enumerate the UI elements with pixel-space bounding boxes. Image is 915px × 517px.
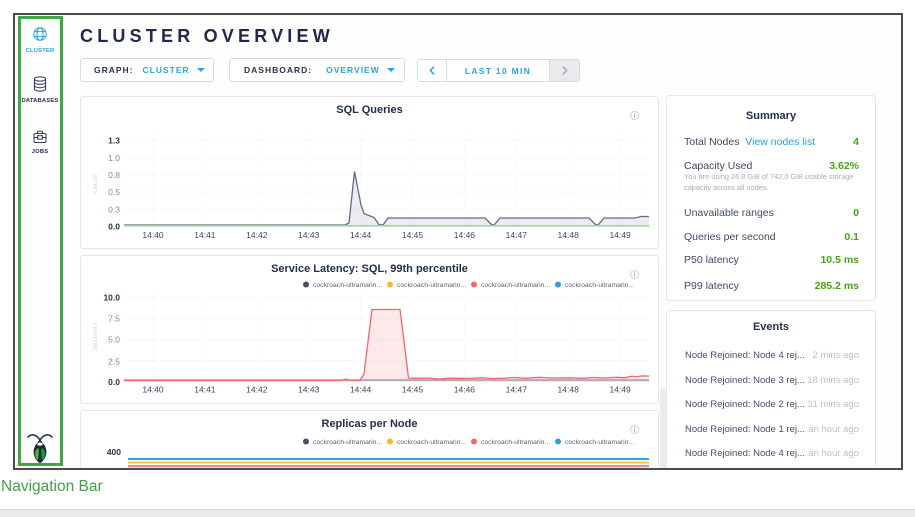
svg-text:cockroach-ultramarin...: cockroach-ultramarin... [565, 282, 634, 289]
svg-text:14:48: 14:48 [558, 385, 580, 395]
svg-text:14:47: 14:47 [506, 385, 528, 395]
svg-text:0.0: 0.0 [108, 221, 120, 231]
svg-text:cockroach-ultramarin...: cockroach-ultramarin... [397, 439, 466, 446]
svg-text:14:45: 14:45 [402, 385, 424, 395]
svg-text:14:48: 14:48 [558, 230, 580, 240]
svg-text:cockroach-ultramarin...: cockroach-ultramarin... [397, 282, 466, 289]
svg-text:cockroach-ultramarin...: cockroach-ultramarin... [481, 439, 550, 446]
svg-text:1.0: 1.0 [108, 153, 120, 163]
svg-text:seconds: seconds [92, 322, 99, 350]
svg-text:count: count [92, 175, 99, 193]
svg-text:400: 400 [107, 447, 121, 457]
svg-text:14:47: 14:47 [506, 230, 528, 240]
svg-text:10.0: 10.0 [103, 292, 120, 302]
svg-text:14:40: 14:40 [142, 385, 164, 395]
svg-text:cockroach-ultramarin...: cockroach-ultramarin... [313, 282, 382, 289]
svg-text:14:46: 14:46 [454, 230, 476, 240]
svg-text:cockroach-ultramarin...: cockroach-ultramarin... [313, 439, 382, 446]
svg-text:14:41: 14:41 [194, 230, 216, 240]
svg-text:14:49: 14:49 [609, 230, 631, 240]
svg-text:5.0: 5.0 [108, 335, 120, 345]
svg-text:14:46: 14:46 [454, 385, 476, 395]
svg-text:1.3: 1.3 [108, 136, 120, 146]
svg-text:14:44: 14:44 [350, 385, 372, 395]
svg-text:14:42: 14:42 [246, 385, 268, 395]
svg-text:14:41: 14:41 [194, 385, 216, 395]
svg-text:0.5: 0.5 [108, 187, 120, 197]
svg-text:14:49: 14:49 [609, 385, 631, 395]
svg-text:14:43: 14:43 [298, 385, 320, 395]
svg-text:2.5: 2.5 [108, 357, 120, 367]
svg-text:14:44: 14:44 [350, 230, 372, 240]
svg-text:cockroach-ultramarin...: cockroach-ultramarin... [481, 282, 550, 289]
svg-text:14:42: 14:42 [246, 230, 268, 240]
svg-text:cockroach-ultramarin...: cockroach-ultramarin... [565, 439, 634, 446]
svg-text:0.3: 0.3 [108, 204, 120, 214]
svg-text:14:40: 14:40 [142, 230, 164, 240]
svg-text:0.0: 0.0 [108, 377, 120, 387]
svg-text:7.5: 7.5 [108, 314, 120, 324]
svg-text:0.8: 0.8 [108, 170, 120, 180]
svg-text:14:45: 14:45 [402, 230, 424, 240]
svg-text:14:43: 14:43 [298, 230, 320, 240]
